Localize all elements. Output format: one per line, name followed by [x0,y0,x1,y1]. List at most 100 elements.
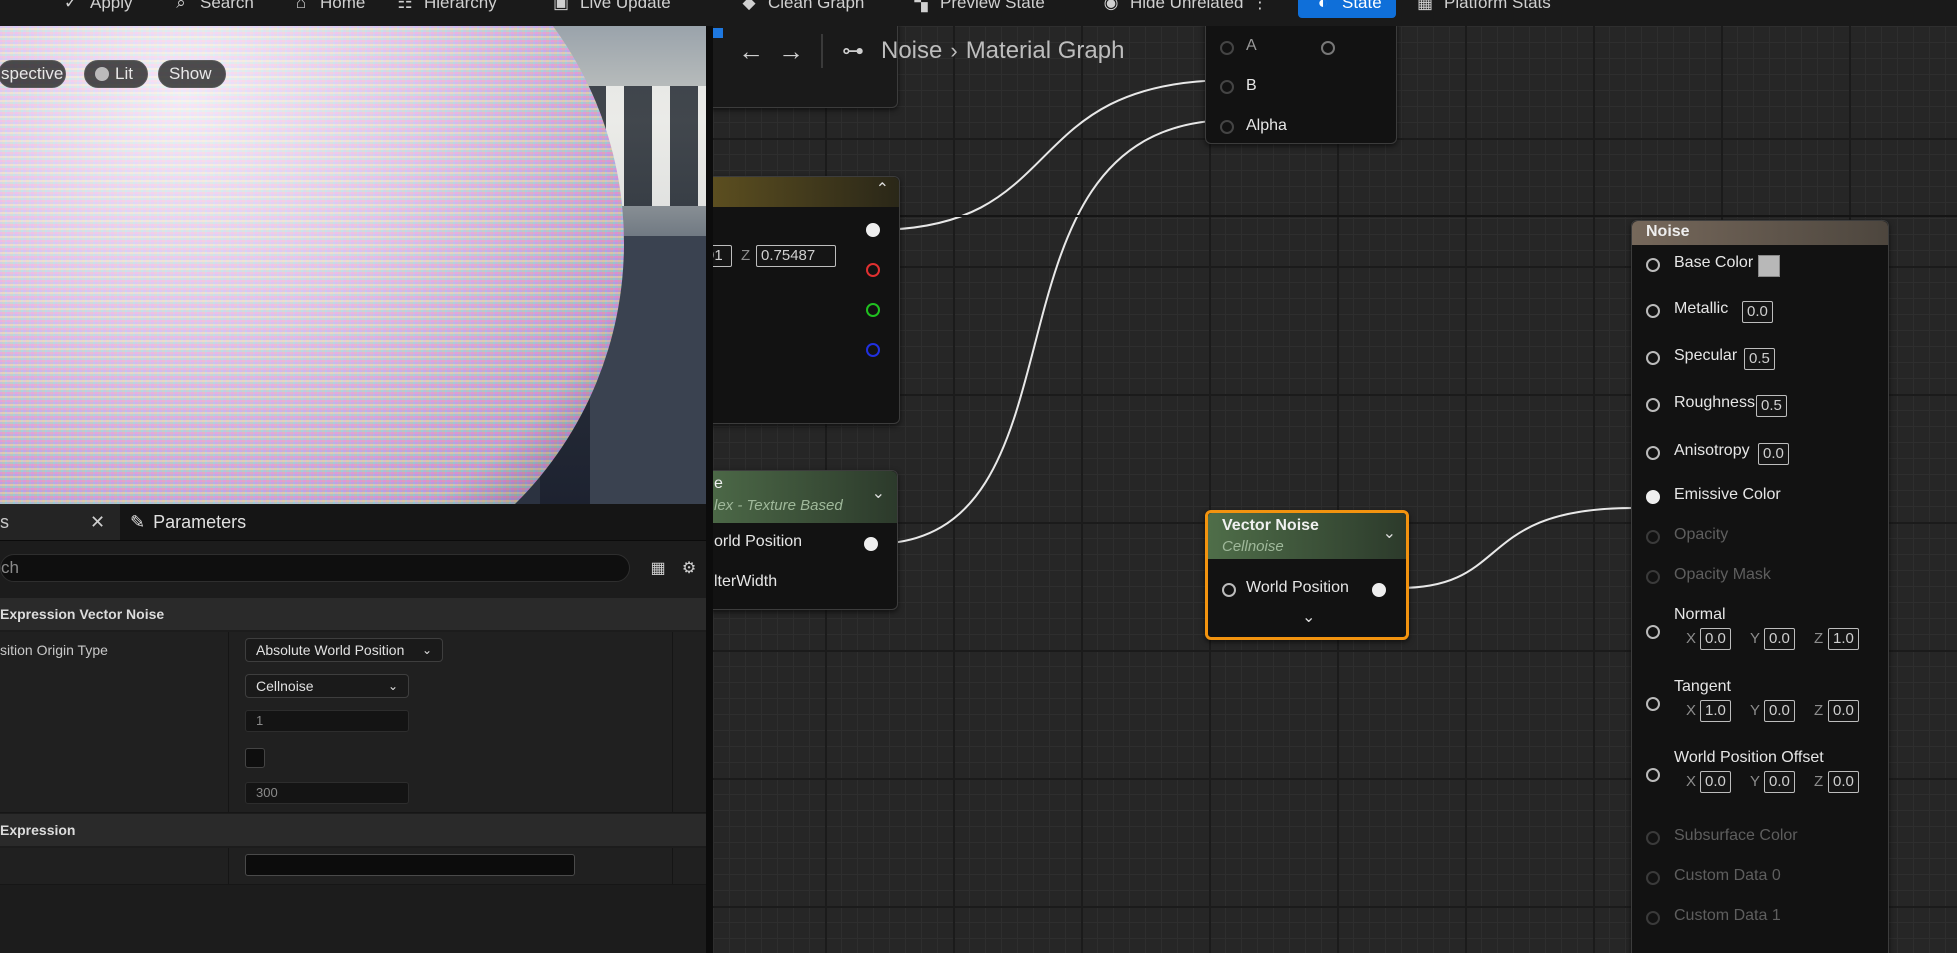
material-result-node[interactable]: Noise Base Color Metallic 0.0 Specular 0… [1631,220,1889,953]
search-button[interactable]: ⌕ Search [170,0,254,18]
pin-tangent[interactable] [1646,697,1660,711]
clean-graph-icon: ◆ [742,0,756,12]
chevron-up-icon[interactable]: ⌃ [876,179,889,199]
chevron-down-icon[interactable]: ⌄ [872,483,885,503]
texture-noise-node[interactable]: e lex - Texture Based ⌄ orld Position lt… [713,470,898,610]
pin-opacity[interactable] [1646,530,1660,544]
tab-details[interactable]: s ✕ [0,504,120,540]
home-button[interactable]: ⌂ Home [290,0,366,18]
metallic-input[interactable]: 0.0 [1742,301,1773,323]
pin-output-g[interactable] [866,303,880,317]
pin-alpha[interactable] [1220,120,1234,134]
tangent-y-input[interactable]: 0.0 [1764,700,1795,722]
property-row-quality: 1 [0,704,706,741]
texture-node-header: e lex - Texture Based ⌄ [713,471,897,523]
constant-vector-node[interactable]: ⌃ 91 Z 0.75487 [713,176,900,424]
quality-input[interactable]: 1 [245,710,409,732]
lerp-node[interactable]: A B Alpha [1205,26,1397,144]
chevron-down-icon[interactable]: ⌄ [1383,523,1396,543]
pin-result[interactable] [1321,41,1335,55]
state-icon: ◐ [1317,0,1329,12]
preview-state-icon: ▚ [914,0,928,12]
pin-world-position-offset[interactable] [1646,768,1660,782]
breadcrumb-root[interactable]: Noise [881,37,942,65]
pin-emissive-color[interactable] [1646,490,1660,504]
anisotropy-input[interactable]: 0.0 [1758,443,1789,465]
tile-size-input[interactable]: 300 [245,782,409,804]
property-row-position-origin-type: sition Origin Type Absolute World Positi… [0,632,706,669]
pin-specular[interactable] [1646,351,1660,365]
settings-gear-icon[interactable]: ⚙ [677,556,701,580]
roughness-input[interactable]: 0.5 [1756,395,1787,417]
pin-custom-data-0[interactable] [1646,871,1660,885]
base-color-swatch[interactable] [1758,255,1780,277]
pin-normal[interactable] [1646,625,1660,639]
vector-noise-node[interactable]: Vector Noise Cellnoise ⌄ World Position … [1205,510,1409,640]
preview-state-button[interactable]: ▚ Preview State [910,0,1044,18]
platform-stats-button[interactable]: ▦ Platform Stats [1414,0,1551,18]
pin-subsurface-color[interactable] [1646,831,1660,845]
wpo-x-input[interactable]: 0.0 [1700,771,1731,793]
pin-roughness[interactable] [1646,398,1660,412]
hierarchy-button[interactable]: ⚏ Hierarchy [394,0,496,18]
details-panel: s ✕ ✎ Parameters ch ▦ ⚙ Expression Vecto… [0,504,706,953]
material-graph-canvas[interactable]: A B Alpha ⌃ 91 Z 0.75487 e lex - Texture… [713,26,1957,953]
breadcrumb-leaf[interactable]: Material Graph [966,37,1125,65]
platform-stats-icon: ▦ [1416,0,1434,12]
pin-input-world-position[interactable] [1222,583,1236,597]
tiling-checkbox[interactable] [245,748,265,768]
tangent-z-input[interactable]: 0.0 [1828,700,1859,722]
chevron-down-icon: ⌄ [421,643,432,657]
description-input[interactable] [245,854,575,876]
position-origin-type-dropdown[interactable]: Absolute World Position ⌄ [245,638,443,662]
live-update-button[interactable]: ▣ Live Update [550,0,671,18]
details-search-input[interactable]: ch [0,554,630,582]
close-tab-icon[interactable]: ✕ [90,512,105,533]
section-expression[interactable]: Expression [0,814,706,846]
tab-parameters[interactable]: ✎ Parameters [130,504,246,540]
normal-z-input[interactable]: 1.0 [1828,628,1859,650]
normal-y-input[interactable]: 0.0 [1764,628,1795,650]
tangent-x-input[interactable]: 1.0 [1700,700,1731,722]
pin-metallic[interactable] [1646,304,1660,318]
pin-base-color[interactable] [1646,258,1660,272]
table-view-icon[interactable]: ▦ [646,556,670,580]
back-arrow-icon[interactable]: ← [731,31,771,71]
pencil-icon: ✎ [130,511,146,532]
pin-output-world-position[interactable] [864,537,878,551]
normal-x-input[interactable]: 0.0 [1700,628,1731,650]
details-tabbar: s ✕ ✎ Parameters [0,504,706,541]
wpo-y-input[interactable]: 0.0 [1764,771,1795,793]
pin-output-r[interactable] [866,263,880,277]
specular-input[interactable]: 0.5 [1744,348,1775,370]
forward-arrow-icon[interactable]: → [771,31,811,71]
pin-anisotropy[interactable] [1646,446,1660,460]
lit-button[interactable]: Lit [84,60,148,88]
noise-function-dropdown[interactable]: Cellnoise ⌄ [245,674,409,698]
constant-node-header [713,177,899,207]
show-button[interactable]: Show [158,60,226,88]
preview-sphere [0,26,624,504]
pin-b[interactable] [1220,80,1234,94]
state-button[interactable]: ◐ State [1298,0,1396,18]
graph-hierarchy-icon[interactable]: ⊶ [833,31,873,71]
pin-output-b[interactable] [866,343,880,357]
more-options-icon[interactable]: ⋮ [1251,0,1268,13]
apply-button[interactable]: ✓ Apply [60,0,133,18]
graph-breadcrumb: ← → ⊶ Noise › Material Graph [713,26,1124,76]
pin-custom-data-1[interactable] [1646,911,1660,925]
hide-unrelated-button[interactable]: ◉ Hide Unrelated ⋮ [1100,0,1269,18]
pin-a[interactable] [1220,41,1234,55]
pin-output-rgb[interactable] [866,223,880,237]
preview-viewport[interactable]: spective Lit Show [0,26,706,504]
z-value-input[interactable]: 0.75487 [756,245,836,267]
expand-advanced-icon[interactable]: ⌄ [1302,607,1315,627]
panel-splitter[interactable] [706,26,713,953]
pin-output-noise[interactable] [1372,583,1386,597]
clean-graph-button[interactable]: ◆ Clean Graph [738,0,864,18]
view-mode-button[interactable]: spective [0,60,66,88]
home-icon: ⌂ [295,0,307,12]
pin-opacity-mask[interactable] [1646,570,1660,584]
section-expression-vector-noise[interactable]: Expression Vector Noise [0,598,706,630]
wpo-z-input[interactable]: 0.0 [1828,771,1859,793]
